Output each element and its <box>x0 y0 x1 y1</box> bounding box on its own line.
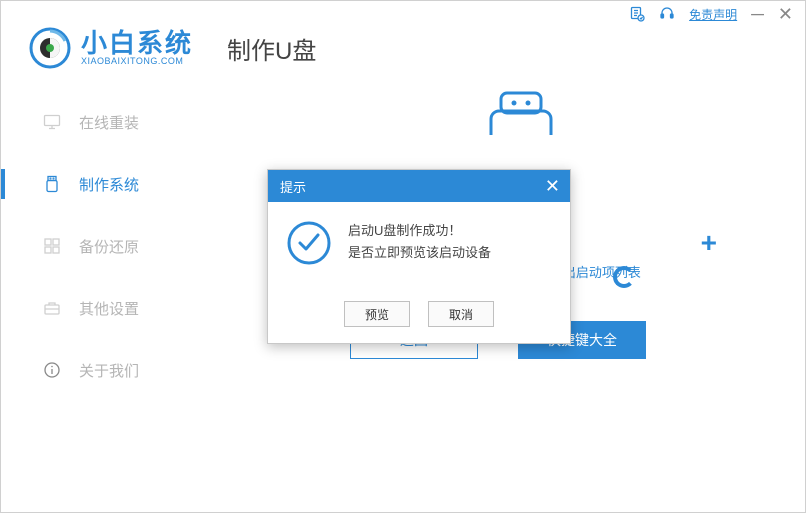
minimize-button[interactable]: ─ <box>751 4 764 25</box>
sidebar-item-backup[interactable]: 备份还原 <box>1 221 191 271</box>
plus-icon: + <box>701 227 717 259</box>
close-button[interactable]: ✕ <box>778 4 793 25</box>
app-window: 免责声明 ─ ✕ 小白系统 XIAOBAIXITONG.COM 制作U盘 <box>0 0 806 513</box>
brand-title: 小白系统 <box>81 30 193 56</box>
dialog-title: 提示 <box>280 177 306 196</box>
grid-icon <box>43 237 61 255</box>
sidebar-item-settings[interactable]: 其他设置 <box>1 283 191 333</box>
sidebar-item-reinstall[interactable]: 在线重装 <box>1 97 191 147</box>
dialog-header: 提示 ✕ <box>268 170 570 202</box>
sidebar-item-label: 其他设置 <box>79 298 139 319</box>
dialog-line-1: 启动U盘制作成功！ <box>348 220 491 242</box>
dialog-message: 启动U盘制作成功！ 是否立即预览该启动设备 <box>348 220 491 293</box>
usb-icon <box>43 175 61 193</box>
spinner-icon <box>613 266 635 288</box>
sidebar: 在线重装 制作系统 备份还原 其他设置 <box>1 87 191 512</box>
support-icon[interactable] <box>659 6 675 22</box>
sidebar-item-label: 备份还原 <box>79 236 139 257</box>
cancel-button[interactable]: 取消 <box>428 301 494 327</box>
disclaimer-link[interactable]: 免责声明 <box>689 6 737 23</box>
feedback-icon[interactable] <box>629 6 645 22</box>
dialog-footer: 预览 取消 <box>268 301 570 343</box>
dialog-close-button[interactable]: ✕ <box>545 176 560 197</box>
sidebar-item-create[interactable]: 制作系统 <box>1 159 191 209</box>
header: 小白系统 XIAOBAIXITONG.COM 制作U盘 <box>1 27 805 87</box>
info-icon <box>43 361 61 379</box>
dialog: 提示 ✕ 启动U盘制作成功！ 是否立即预览该启动设备 预览 取消 <box>267 169 571 344</box>
logo: 小白系统 XIAOBAIXITONG.COM <box>29 27 193 69</box>
sidebar-item-label: 关于我们 <box>79 360 139 381</box>
logo-icon <box>29 27 71 69</box>
sidebar-item-about[interactable]: 关于我们 <box>1 345 191 395</box>
toolbox-icon <box>43 299 61 317</box>
usb-drive-icon <box>471 87 571 135</box>
check-circle-icon <box>286 220 332 266</box>
titlebar: 免责声明 ─ ✕ <box>1 1 805 27</box>
monitor-icon <box>43 113 61 131</box>
preview-button[interactable]: 预览 <box>344 301 410 327</box>
dialog-line-2: 是否立即预览该启动设备 <box>348 242 491 264</box>
page-title: 制作U盘 <box>227 31 316 66</box>
sidebar-item-label: 在线重装 <box>79 112 139 133</box>
brand-sub: XIAOBAIXITONG.COM <box>81 56 193 66</box>
sidebar-item-label: 制作系统 <box>79 174 139 195</box>
